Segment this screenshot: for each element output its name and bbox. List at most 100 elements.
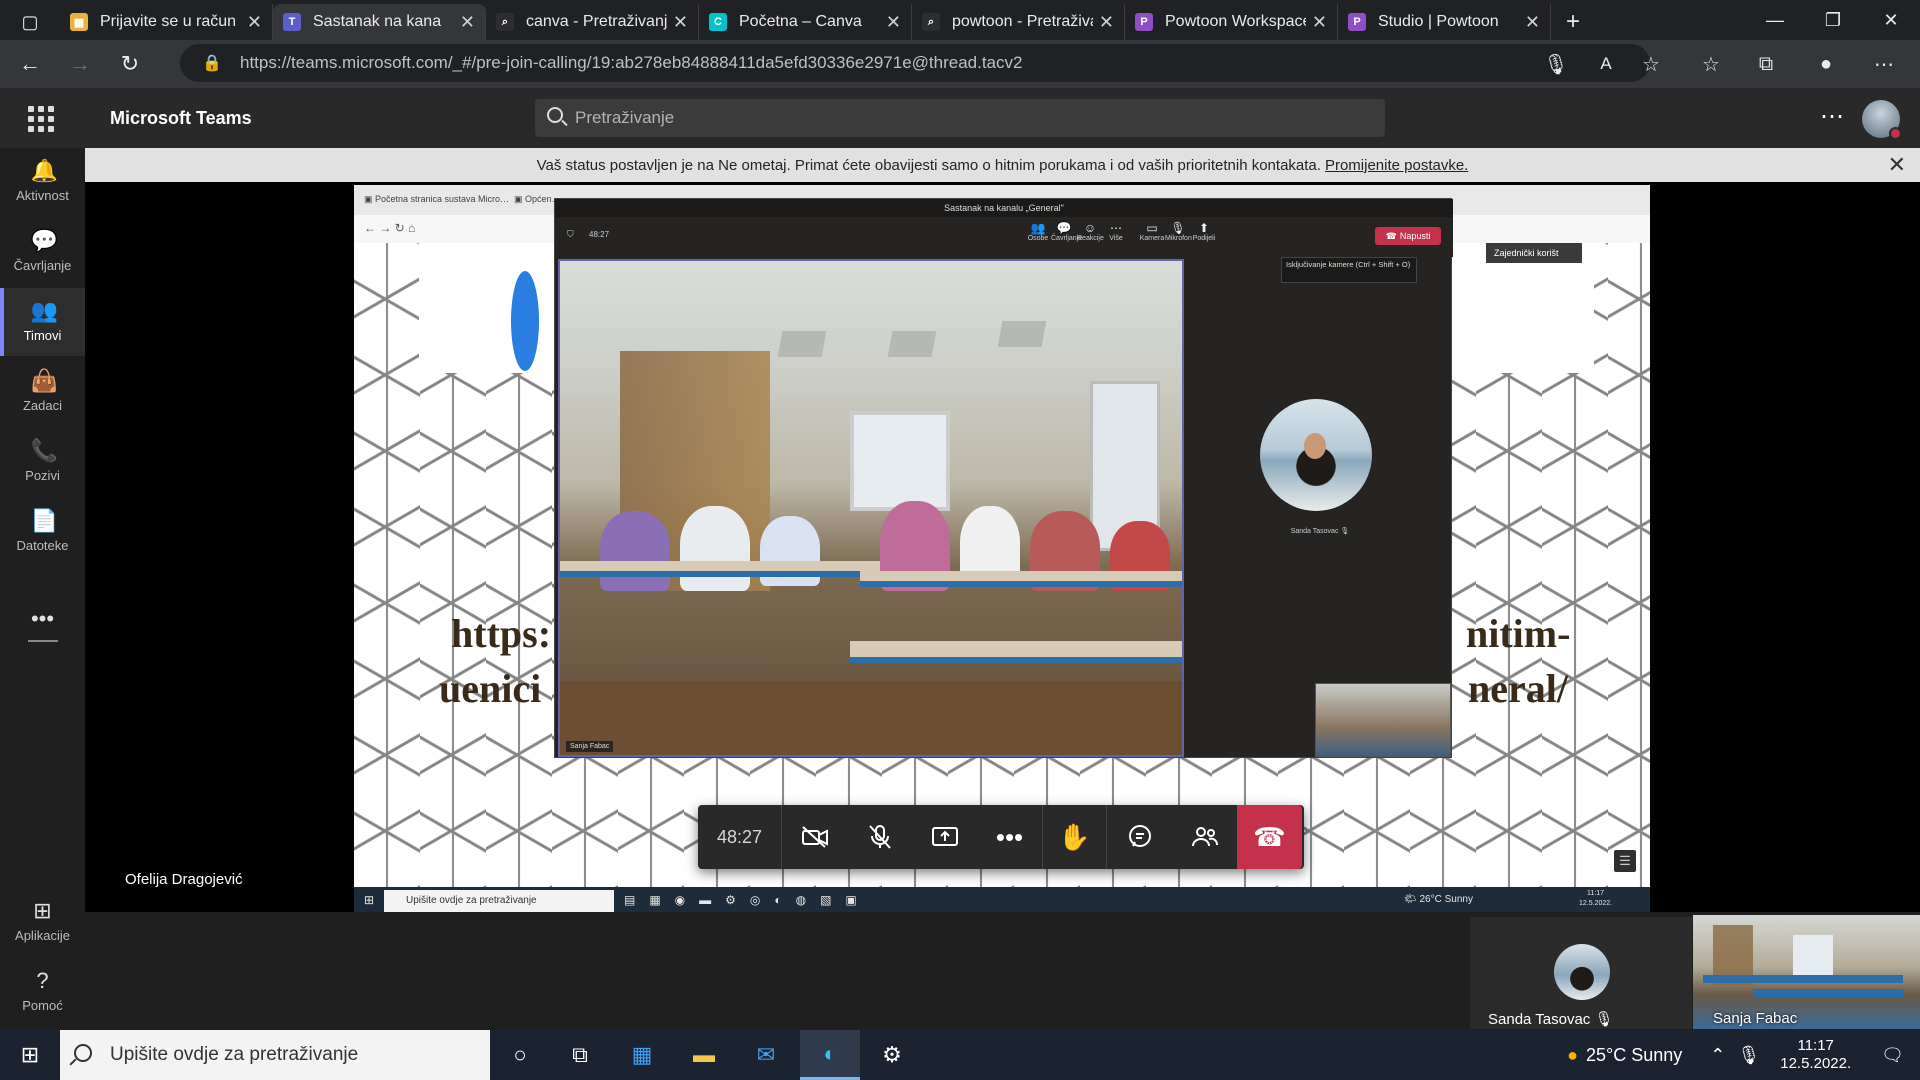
address-bar-row: ← → ↻ 🔒 https://teams.microsoft.com/_#/p…	[0, 40, 1920, 88]
add-favorite-icon[interactable]: ☆	[1635, 48, 1667, 80]
dnd-status-icon	[1889, 127, 1902, 140]
read-aloud-icon[interactable]: A	[1590, 48, 1622, 80]
tab-favicon-icon: ⌕	[496, 13, 514, 31]
rail-item-čavrljanje[interactable]: 💬 Čavrljanje	[0, 218, 85, 286]
close-tab-icon[interactable]: ✕	[1312, 12, 1327, 33]
taskbar-search-input[interactable]: Upišite ovdje za pretraživanje	[60, 1030, 490, 1080]
mail-icon[interactable]: ✉	[736, 1030, 796, 1080]
app-launcher-icon[interactable]	[28, 106, 54, 132]
rail-item-aplikacije[interactable]: ⊞ Aplikacije	[0, 888, 85, 956]
rail-item-pomoć[interactable]: ? Pomoć	[0, 958, 85, 1026]
meeting-controls: 48:27 ••• ✋ ☎	[698, 805, 1304, 869]
close-window-button[interactable]: ✕	[1862, 0, 1920, 40]
browser-tab[interactable]: ⌕ canva - Pretraživanje ✕	[486, 4, 699, 40]
app-rail: 🔔 Aktivnost 💬 Čavrljanje 👥 Timovi 👜 Zadaci 📞 Pozi…	[0, 148, 85, 1030]
shared-text-left-2: uenici	[439, 666, 542, 711]
settings-icon[interactable]: ⚙	[862, 1030, 922, 1080]
edge-icon[interactable]: ◐	[800, 1030, 860, 1080]
favorites-icon[interactable]: ☆	[1695, 48, 1727, 80]
shared-meeting-toolbar: ⛉ 48:27 👥 Osobe 💬 Čavrljanje ☺ Reakcije ⋯ Više ▭…	[555, 217, 1453, 257]
chevron-up-icon[interactable]: ⌃	[1710, 1045, 1725, 1066]
task-view-icon[interactable]: ⧉	[550, 1030, 610, 1080]
presenter-name: Ofelija Dragojević	[125, 871, 243, 888]
rail-item-datoteke[interactable]: 📄 Datoteke	[0, 498, 85, 566]
close-icon[interactable]: ✕	[1888, 152, 1906, 178]
restore-button[interactable]: ❐	[1804, 0, 1862, 40]
list-icon[interactable]: ☰	[1614, 850, 1636, 872]
shared-video-name: Sanja Fabac	[566, 741, 614, 752]
clock[interactable]: 11:17 12.5.2022.	[1780, 1037, 1851, 1073]
mic-off-button[interactable]	[847, 805, 912, 869]
browser-tab[interactable]: P Powtoon Workspace ✕	[1125, 4, 1338, 40]
minimize-button[interactable]: —	[1746, 0, 1804, 40]
camera-off-button[interactable]	[782, 805, 847, 869]
browser-tab[interactable]: T Sastanak na kana ✕	[273, 4, 486, 40]
cortana-icon[interactable]: ○	[490, 1030, 550, 1080]
rail-item-aktivnost[interactable]: 🔔 Aktivnost	[0, 148, 85, 216]
rail-item-pozivi[interactable]: 📞 Pozivi	[0, 428, 85, 496]
close-tab-icon[interactable]: ✕	[247, 12, 262, 33]
shared-text-left-1: https:	[451, 611, 552, 656]
close-tab-icon[interactable]: ✕	[1099, 12, 1114, 33]
close-tab-icon[interactable]: ✕	[460, 12, 475, 33]
search-input[interactable]: Pretraživanje	[535, 99, 1385, 137]
browser-tab[interactable]: ⌕ powtoon - Pretraživan ✕	[912, 4, 1125, 40]
profile-icon[interactable]: ●	[1810, 48, 1842, 80]
tab-actions-icon[interactable]: ▢	[0, 4, 60, 40]
participant-avatar-sanda	[1554, 944, 1610, 1000]
participant-name-sanda: Sanda Tasovac 🎙	[1488, 1011, 1614, 1028]
rail-item-zadaci[interactable]: 👜 Zadaci	[0, 358, 85, 426]
chat-icon: 💬	[30, 228, 58, 253]
classroom-video: Sanja Fabac	[558, 259, 1184, 757]
browser-tab[interactable]: P Studio | Powtoon ✕	[1338, 4, 1551, 40]
chat-button[interactable]	[1107, 805, 1172, 869]
url-text: https://teams.microsoft.com/_#/pre-join-…	[240, 53, 1023, 72]
shared-teams-window: Sastanak na kanalu „General" ⛉ 48:27 👥 Os…	[554, 198, 1453, 758]
browser-tab[interactable]: C Početna – Canva ✕	[699, 4, 912, 40]
apps-icon: ⊞	[33, 898, 52, 923]
share-screen-button[interactable]	[912, 805, 977, 869]
close-tab-icon[interactable]: ✕	[886, 12, 901, 33]
browser-menu-icon[interactable]: ⋯	[1868, 48, 1900, 80]
close-tab-icon[interactable]: ✕	[673, 12, 688, 33]
banner-settings-link[interactable]: Promijenite postavke.	[1325, 157, 1468, 174]
collections-icon[interactable]: ⧉	[1750, 48, 1782, 80]
tab-title: Početna – Canva	[739, 13, 862, 30]
hang-up-button[interactable]: ☎	[1237, 805, 1302, 869]
rail-item-timovi[interactable]: 👥 Timovi	[0, 288, 85, 356]
participants-button[interactable]	[1172, 805, 1237, 869]
file-explorer-icon[interactable]: ▬	[674, 1030, 734, 1080]
shared-start-icon: ⊞	[364, 893, 375, 907]
close-tab-icon[interactable]: ✕	[1525, 12, 1540, 33]
shared-window-title: Sastanak na kanalu „General"	[555, 199, 1453, 217]
search-placeholder: Pretraživanje	[575, 108, 675, 127]
store-icon[interactable]: ▦	[612, 1030, 672, 1080]
tasks-icon: 👜	[30, 368, 58, 393]
new-tab-button[interactable]: +	[1551, 4, 1595, 40]
settings-more-icon[interactable]: ⋯	[1820, 102, 1844, 131]
user-avatar[interactable]	[1862, 100, 1902, 140]
rail-item-label: Timovi	[23, 328, 62, 343]
url-field[interactable]: 🔒 https://teams.microsoft.com/_#/pre-joi…	[180, 44, 1650, 82]
more-apps-icon[interactable]: •••	[0, 588, 85, 656]
participant-avatar	[1260, 399, 1372, 511]
back-button[interactable]: ←	[10, 44, 50, 84]
shared-windows-taskbar: ⊞ Upišite ovdje za pretraživanje ▤▦◉▬⚙◎◐…	[354, 887, 1650, 915]
microphone-icon[interactable]: 🎙	[1540, 48, 1572, 80]
rail-item-label: Datoteke	[16, 538, 69, 553]
forward-button[interactable]: →	[60, 44, 100, 84]
microphone-tray-icon[interactable]: 🎙	[1737, 1045, 1760, 1066]
windows-start-icon[interactable]: ⊞	[0, 1030, 60, 1080]
browser-tab-bar: ▢ ▦ Prijavite se u račun ✕ T Sastanak na kan…	[0, 0, 1920, 40]
rail-item-label: Aplikacije	[15, 928, 70, 943]
browser-tab[interactable]: ▦ Prijavite se u račun ✕	[60, 4, 273, 40]
shared-participant-name: Sanda Tasovac 🎙	[1290, 528, 1350, 535]
notifications-icon[interactable]: 🗨	[1881, 1045, 1904, 1066]
shared-toolbar-item: 💬 Čavrljanje	[1051, 221, 1083, 242]
teams-icon: 👥	[30, 298, 58, 323]
shared-self-preview	[1315, 683, 1451, 757]
tab-title: Studio | Powtoon	[1378, 13, 1499, 30]
refresh-button[interactable]: ↻	[110, 44, 150, 84]
raise-hand-button[interactable]: ✋	[1042, 805, 1107, 869]
more-actions-button[interactable]: •••	[977, 805, 1042, 869]
